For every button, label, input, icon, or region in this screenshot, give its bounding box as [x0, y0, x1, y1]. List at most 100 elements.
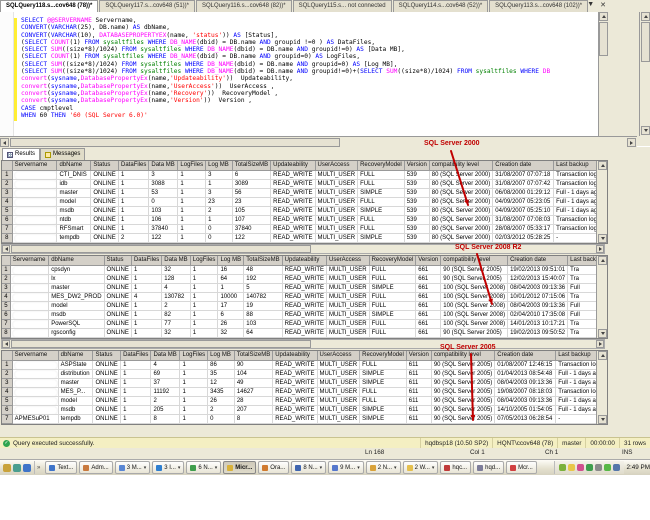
tray-icon-2[interactable]: [568, 464, 575, 471]
grid-cell[interactable]: MULTI_USER: [315, 170, 358, 179]
taskbar-button[interactable]: hqd...: [473, 461, 504, 474]
grid-cell[interactable]: READ_WRITE: [282, 328, 326, 337]
grid-cell[interactable]: tempdb: [58, 414, 93, 423]
grid-cell[interactable]: 6: [218, 310, 244, 319]
code-line[interactable]: CASE cmptlevel: [21, 105, 550, 112]
grid-cell[interactable]: 12/02/2013 15:40:07: [508, 274, 568, 283]
grid-cell[interactable]: FULL: [358, 197, 405, 206]
code-line[interactable]: (SELECT COUNT(1) FROM sysaltfiles WHERE …: [21, 53, 550, 60]
grid-cell[interactable]: ASPState: [58, 360, 93, 369]
grid-cell[interactable]: READ_WRITE: [273, 405, 317, 414]
grid-cell[interactable]: 90 (SQL Server 2005): [441, 328, 508, 337]
grid-cell[interactable]: 661: [416, 319, 441, 328]
grid-cell[interactable]: 140782: [244, 292, 282, 301]
grid-cell[interactable]: ONLINE: [104, 274, 131, 283]
grid-cell[interactable]: ONLINE: [91, 233, 119, 242]
grid-cell[interactable]: READ_WRITE: [271, 188, 315, 197]
column-header[interactable]: DataFiles: [119, 161, 149, 170]
grid-cell[interactable]: 1: [119, 170, 149, 179]
grid-cell[interactable]: 1: [190, 310, 218, 319]
row-header[interactable]: 7: [2, 224, 12, 233]
scroll-up-icon[interactable]: [598, 161, 607, 170]
grid-cell[interactable]: 48: [244, 265, 282, 274]
row-header[interactable]: 4: [2, 292, 10, 301]
grid-cell[interactable]: 0: [149, 197, 178, 206]
grid-cell[interactable]: READ_WRITE: [273, 387, 317, 396]
grid-cell[interactable]: 1: [190, 301, 218, 310]
row-header[interactable]: 3: [2, 378, 12, 387]
grid-cell[interactable]: 80 (SQL Server 2000): [429, 224, 492, 233]
grid-cell[interactable]: [12, 387, 58, 396]
grid-cell[interactable]: SIMPLE: [360, 405, 407, 414]
grid-cell[interactable]: 100 (SQL Server 2008): [441, 310, 508, 319]
grid-cell[interactable]: MES_DW2_PROD: [49, 292, 104, 301]
grid-cell[interactable]: READ_WRITE: [282, 274, 326, 283]
grid-cell[interactable]: 88: [244, 310, 282, 319]
tray-icon-4[interactable]: [586, 464, 593, 471]
grid-cell[interactable]: 77: [162, 319, 190, 328]
grid-cell[interactable]: MULTI_USER: [317, 405, 360, 414]
grid-cell[interactable]: master: [58, 378, 93, 387]
grid-cell[interactable]: READ_WRITE: [282, 292, 326, 301]
scroll-up-icon[interactable]: [598, 351, 607, 360]
scrollbar-thumb[interactable]: [641, 22, 650, 62]
grid-cell[interactable]: 04/09/2007 05:23:05: [493, 197, 554, 206]
grid-cell[interactable]: idb: [57, 179, 91, 188]
grid-cell[interactable]: 611: [406, 396, 431, 405]
tray-icon-1[interactable]: [559, 464, 566, 471]
grid-cell[interactable]: 12: [208, 378, 235, 387]
row-header[interactable]: 3: [2, 188, 12, 197]
row-header[interactable]: 5: [2, 206, 12, 215]
grid-cell[interactable]: 31/08/2007 07:07:18: [493, 170, 554, 179]
scroll-down-icon[interactable]: [641, 126, 650, 135]
grid-cell[interactable]: 1: [180, 360, 208, 369]
grid-cell[interactable]: 80 (SQL Server 2000): [429, 170, 492, 179]
grid-cell[interactable]: FULL: [369, 301, 416, 310]
taskbar-button[interactable]: Mcr...: [506, 461, 537, 474]
code-line[interactable]: CONVERT(VARCHAR(10), DATABASEPROPERTYEX(…: [21, 32, 550, 39]
grid-cell[interactable]: 19/02/2013 09:50:52: [508, 328, 568, 337]
grid-cell[interactable]: 128: [162, 274, 190, 283]
grid-cell[interactable]: [12, 224, 57, 233]
grid-cell[interactable]: 4: [131, 292, 161, 301]
grid-cell[interactable]: 2: [162, 301, 190, 310]
grid-cell[interactable]: READ_WRITE: [271, 233, 315, 242]
grid-cell[interactable]: ONLINE: [91, 188, 119, 197]
grid-cell[interactable]: CTI_DNIS: [57, 170, 91, 179]
column-header[interactable]: Creation date: [495, 351, 556, 360]
row-header[interactable]: 5: [2, 396, 12, 405]
grid-cell[interactable]: ONLINE: [93, 405, 121, 414]
column-header[interactable]: Updateability: [273, 351, 317, 360]
grid-cell[interactable]: SIMPLE: [358, 188, 405, 197]
grid-cell[interactable]: FULL: [358, 170, 405, 179]
grid-cell[interactable]: MULTI_USER: [317, 387, 360, 396]
grid-cell[interactable]: 1: [178, 206, 206, 215]
grid-cell[interactable]: ONLINE: [104, 319, 131, 328]
chevron-down-icon[interactable]: ▾: [432, 465, 435, 471]
column-header[interactable]: Updateability: [282, 256, 326, 265]
grid-cell[interactable]: 1: [119, 215, 149, 224]
grid-cell[interactable]: [12, 405, 58, 414]
grid-cell[interactable]: FULL: [358, 179, 405, 188]
grid-cell[interactable]: 32: [162, 265, 190, 274]
grid-cell[interactable]: FULL: [369, 274, 416, 283]
taskbar-button[interactable]: Adm...: [79, 461, 112, 474]
grid-cell[interactable]: 611: [406, 360, 431, 369]
grid-cell[interactable]: [12, 396, 58, 405]
column-header[interactable]: DataFiles: [121, 351, 151, 360]
grid-cell[interactable]: 1: [121, 387, 151, 396]
grid-cell[interactable]: ONLINE: [93, 396, 121, 405]
grid-cell[interactable]: ONLINE: [93, 414, 121, 423]
taskbar-button[interactable]: 3 I...▾: [152, 461, 184, 474]
grid-cell[interactable]: 1: [190, 328, 218, 337]
grid-cell[interactable]: [12, 369, 58, 378]
taskbar-button[interactable]: 3 M...▾: [115, 461, 151, 474]
tab-messages[interactable]: Messages: [40, 148, 85, 160]
grid-cell[interactable]: 02/03/2012 05:28:25: [493, 233, 554, 242]
grid-cell[interactable]: 19/02/2013 09:51:01: [508, 265, 568, 274]
column-header[interactable]: Servername: [12, 161, 57, 170]
grid-cell[interactable]: 80 (SQL Server 2000): [429, 197, 492, 206]
grid-cell[interactable]: READ_WRITE: [271, 206, 315, 215]
grid-cell[interactable]: 611: [406, 378, 431, 387]
column-header[interactable]: dbName: [49, 256, 104, 265]
